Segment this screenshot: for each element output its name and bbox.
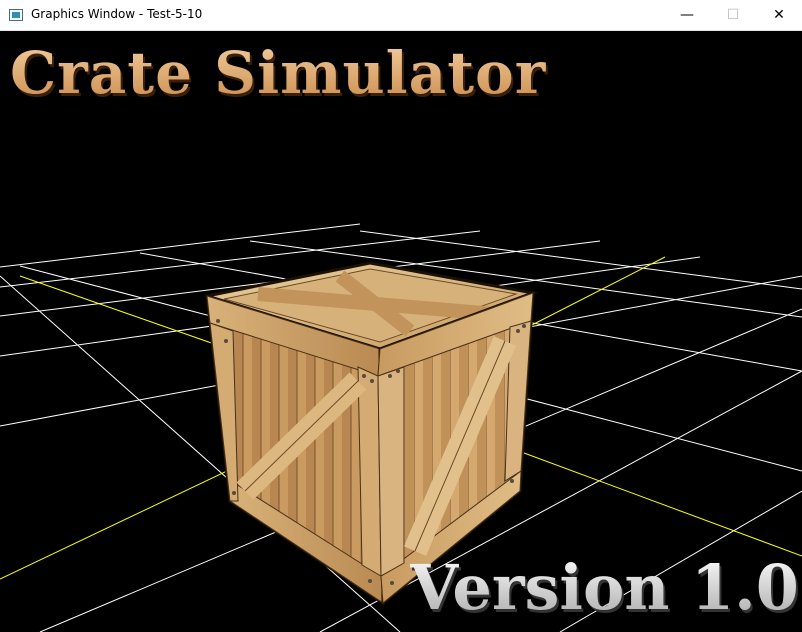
scene-canvas[interactable] xyxy=(0,31,802,632)
window-title: Graphics Window - Test-5-10 xyxy=(31,7,203,21)
version-label: Version 1.0 xyxy=(410,551,799,624)
close-button[interactable]: ✕ xyxy=(756,0,802,30)
game-title: Crate Simulator xyxy=(10,39,547,107)
graphics-window: Graphics Window - Test-5-10 — ☐ ✕ Crate … xyxy=(0,0,802,632)
title-bar[interactable]: Graphics Window - Test-5-10 — ☐ ✕ xyxy=(0,0,802,31)
app-icon xyxy=(9,9,23,21)
render-viewport[interactable]: Crate Simulator Version 1.0 xyxy=(0,31,802,632)
minimize-button[interactable]: — xyxy=(664,0,710,30)
maximize-button[interactable]: ☐ xyxy=(710,0,756,30)
